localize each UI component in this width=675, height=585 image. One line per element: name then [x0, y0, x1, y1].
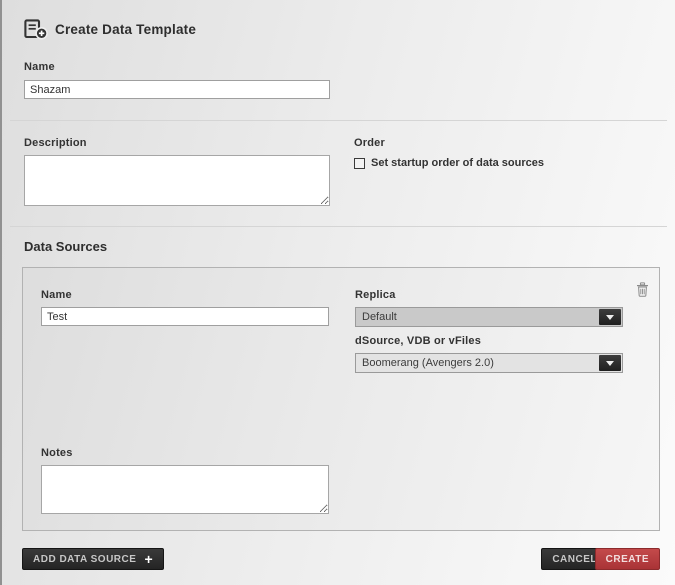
- divider: [10, 120, 667, 121]
- description-label: Description: [24, 137, 87, 149]
- description-textarea[interactable]: [24, 155, 330, 206]
- divider: [10, 226, 667, 227]
- template-name-input[interactable]: [24, 80, 330, 99]
- add-data-source-label: ADD DATA SOURCE: [33, 554, 136, 565]
- startup-order-checkbox[interactable]: [354, 158, 365, 169]
- create-button[interactable]: CREATE: [595, 548, 660, 570]
- dialog-title: Create Data Template: [55, 22, 196, 37]
- caret-down-icon[interactable]: [599, 309, 621, 325]
- source-name-input[interactable]: [41, 307, 329, 326]
- caret-down-icon[interactable]: [599, 355, 621, 371]
- notes-textarea[interactable]: [41, 465, 329, 514]
- startup-order-checkbox-row: Set startup order of data sources: [354, 157, 544, 169]
- dsource-dropdown[interactable]: Boomerang (Avengers 2.0): [355, 353, 623, 373]
- source-name-label: Name: [41, 289, 72, 301]
- add-data-source-button[interactable]: ADD DATA SOURCE +: [22, 548, 164, 570]
- startup-order-checkbox-label: Set startup order of data sources: [371, 157, 544, 169]
- order-label: Order: [354, 137, 385, 149]
- plus-icon: +: [144, 552, 153, 566]
- notes-label: Notes: [41, 447, 73, 459]
- replica-dropdown-value: Default: [356, 308, 622, 326]
- dsource-label: dSource, VDB or vFiles: [355, 335, 481, 347]
- document-add-icon: [24, 19, 48, 40]
- data-sources-heading: Data Sources: [24, 239, 107, 254]
- trash-icon[interactable]: [636, 282, 649, 297]
- name-label: Name: [24, 61, 55, 73]
- replica-label: Replica: [355, 289, 396, 301]
- data-source-card: Name Replica Default dSource, VDB or vFi…: [22, 267, 660, 531]
- dsource-dropdown-value: Boomerang (Avengers 2.0): [356, 354, 622, 372]
- dialog-header: Create Data Template: [24, 19, 196, 40]
- create-data-template-dialog: Create Data Template Name Description Or…: [0, 0, 675, 585]
- replica-dropdown[interactable]: Default: [355, 307, 623, 327]
